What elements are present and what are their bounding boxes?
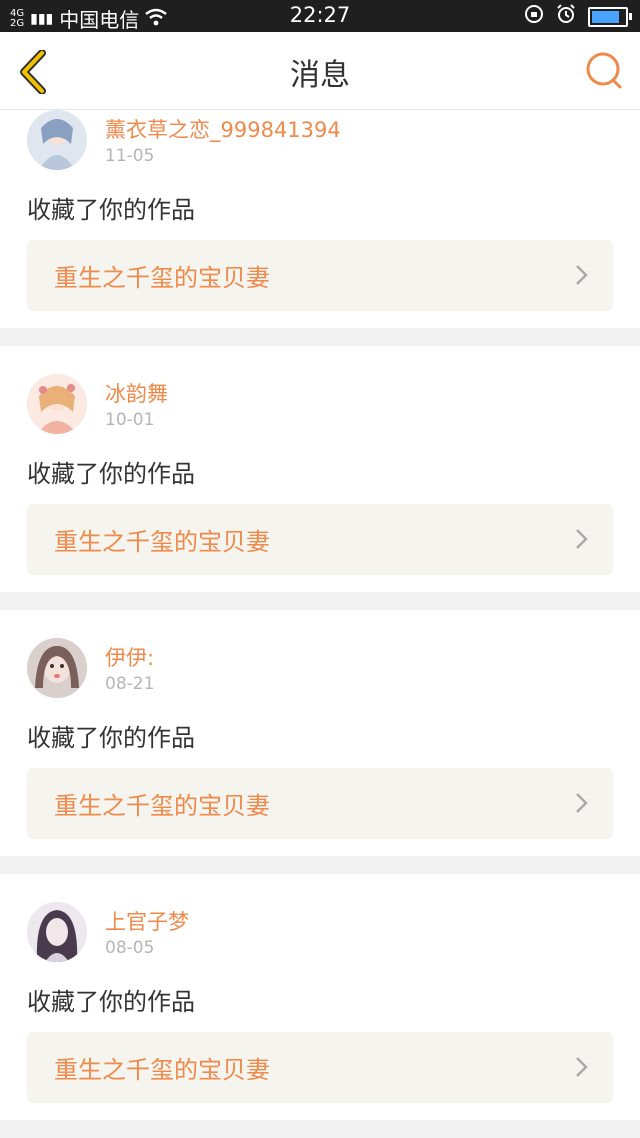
action-text: 收藏了你的作品: [27, 460, 195, 488]
action-text: 收藏了你的作品: [27, 988, 195, 1016]
chevron-right-icon: [576, 1057, 588, 1077]
action-text: 收藏了你的作品: [27, 724, 195, 752]
rotation-lock-icon: [524, 4, 544, 29]
status-right: [524, 4, 632, 29]
action-text: 收藏了你的作品: [27, 196, 195, 224]
message-date: 08-05: [105, 938, 155, 958]
work-title: 重生之千玺的宝贝妻: [54, 528, 270, 556]
avatar[interactable]: [27, 110, 87, 170]
search-button[interactable]: [584, 50, 624, 90]
username[interactable]: 上官子梦: [105, 906, 189, 936]
message-date: 08-21: [105, 674, 155, 694]
avatar[interactable]: [27, 638, 87, 698]
battery-level: [592, 10, 619, 23]
message-date: 10-01: [105, 410, 155, 430]
username[interactable]: 冰韵舞: [105, 378, 168, 408]
work-title: 重生之千玺的宝贝妻: [54, 792, 270, 820]
search-icon: [586, 52, 622, 89]
username[interactable]: 伊伊:: [105, 642, 154, 672]
chevron-right-icon: [576, 529, 588, 549]
message-list: 薰衣草之恋_999841394 11-05 收藏了你的作品 重生之千玺的宝贝妻 …: [0, 110, 640, 1138]
chevron-right-icon: [576, 793, 588, 813]
header-bar: 消息: [0, 32, 640, 110]
status-bar: 4G 2G ▮▮▮ 中国电信 22:27: [0, 0, 640, 32]
avatar[interactable]: [27, 902, 87, 962]
message-card: 伊伊: 08-21 收藏了你的作品 重生之千玺的宝贝妻: [0, 610, 640, 856]
battery-icon: [588, 6, 632, 27]
chevron-right-icon: [576, 265, 588, 285]
page-title: 消息: [290, 58, 350, 93]
message-date: 11-05: [105, 146, 155, 166]
message-card: 上官子梦 08-05 收藏了你的作品 重生之千玺的宝贝妻: [0, 874, 640, 1120]
work-link[interactable]: 重生之千玺的宝贝妻: [27, 1032, 613, 1103]
work-title: 重生之千玺的宝贝妻: [54, 264, 270, 292]
work-link[interactable]: 重生之千玺的宝贝妻: [27, 504, 613, 575]
work-link[interactable]: 重生之千玺的宝贝妻: [27, 768, 613, 839]
alarm-icon: [556, 4, 576, 29]
work-title: 重生之千玺的宝贝妻: [54, 1056, 270, 1084]
avatar[interactable]: [27, 374, 87, 434]
work-link[interactable]: 重生之千玺的宝贝妻: [27, 240, 613, 311]
username[interactable]: 薰衣草之恋_999841394: [105, 114, 341, 144]
message-card: 薰衣草之恋_999841394 11-05 收藏了你的作品 重生之千玺的宝贝妻: [0, 110, 640, 328]
message-card: 冰韵舞 10-01 收藏了你的作品 重生之千玺的宝贝妻: [0, 346, 640, 592]
